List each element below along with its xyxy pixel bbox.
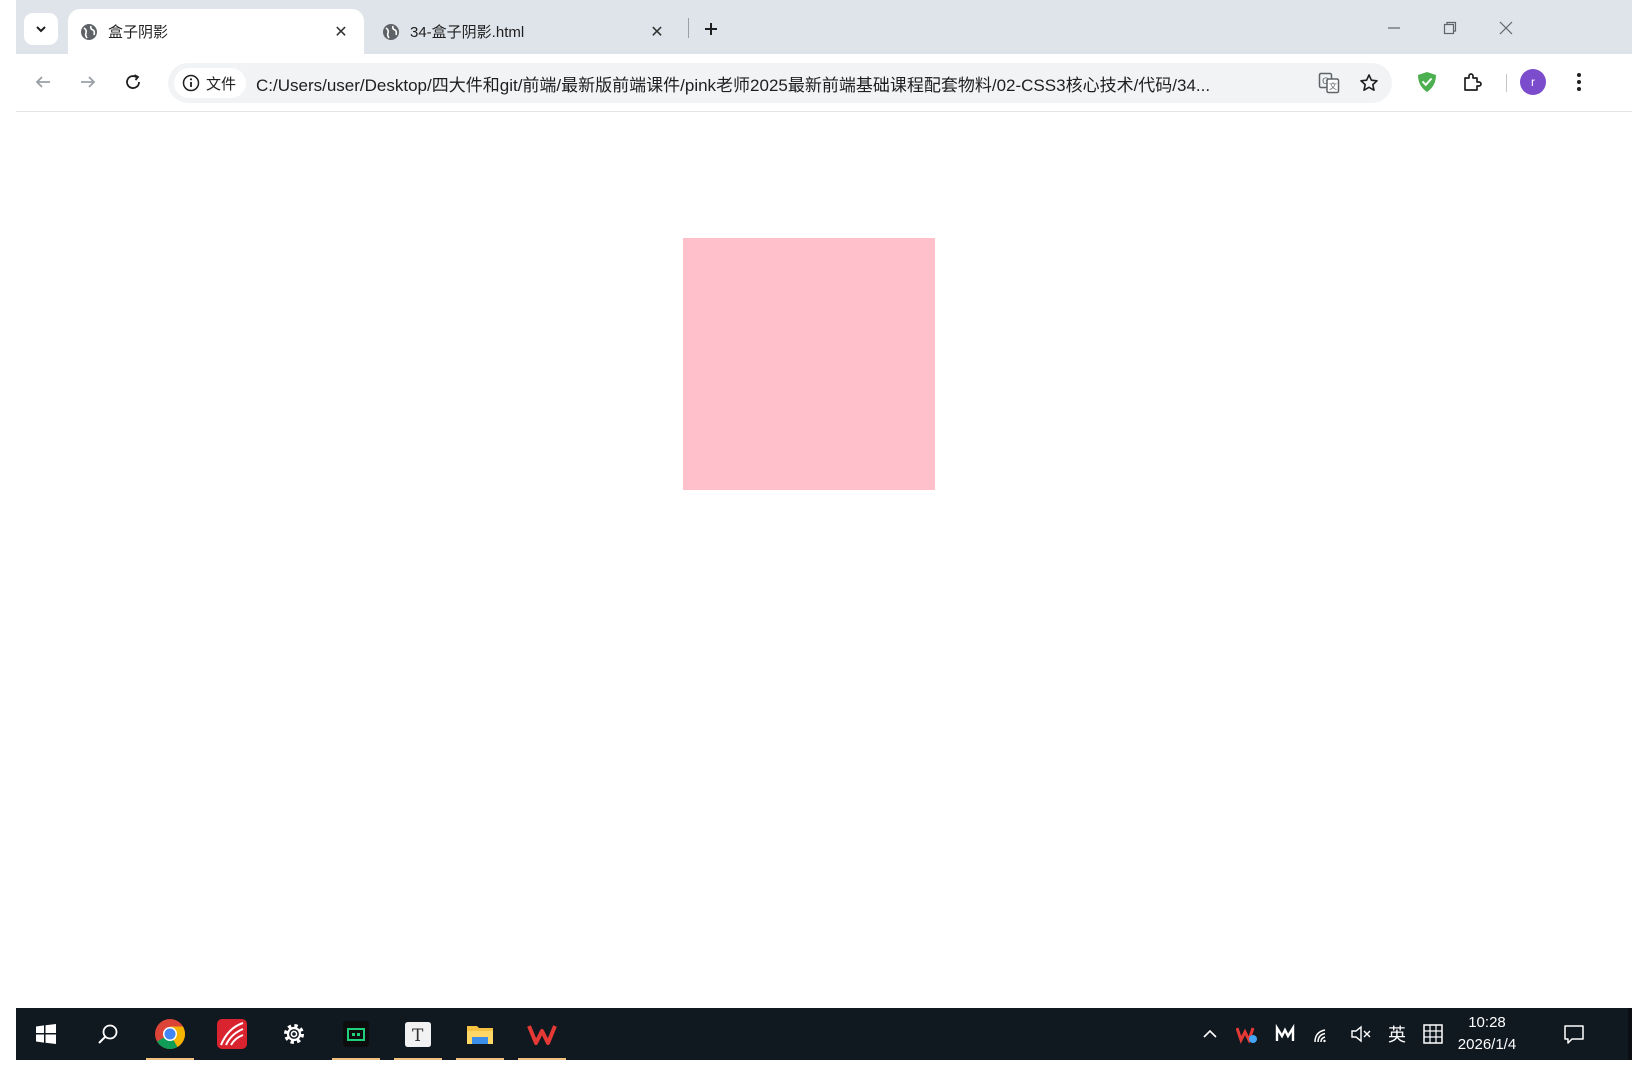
site-info-label: 文件: [206, 75, 237, 93]
taskbar-app-chrome[interactable]: [144, 1008, 196, 1060]
tab-strip: 盒子阴影 ✕ 34-盒子阴影.html ✕: [16, 0, 1632, 54]
volume-muted-icon: [1351, 1025, 1371, 1043]
search-button[interactable]: [82, 1008, 134, 1060]
gear-icon: [284, 1024, 304, 1044]
chevron-down-icon: [36, 26, 46, 33]
taskbar-app-explorer[interactable]: [454, 1008, 506, 1060]
notification-icon: [1564, 1025, 1584, 1044]
start-button[interactable]: [20, 1008, 72, 1060]
tab-title: 盒子阴影: [108, 24, 169, 41]
minimize-button[interactable]: [1372, 10, 1416, 46]
taskbar-app-xuexitong[interactable]: [206, 1008, 258, 1060]
folder-icon: [467, 1026, 493, 1044]
translate-button[interactable]: G文: [1312, 66, 1346, 100]
shield-check-icon: [1418, 72, 1436, 92]
close-window-button[interactable]: [1484, 10, 1528, 46]
xuexitong-icon: [217, 1019, 247, 1049]
show-desktop-button[interactable]: [1628, 1008, 1632, 1060]
toolbar-separator: [1506, 74, 1507, 92]
shadow-box: [683, 238, 935, 490]
new-tab-button[interactable]: [696, 14, 726, 44]
taskbar-app-terminal[interactable]: [330, 1008, 382, 1060]
avatar: r: [1520, 69, 1546, 95]
tray-ime-language[interactable]: 英: [1380, 1008, 1414, 1060]
typora-icon: T: [405, 1022, 431, 1047]
clock-date: 2026/1/4: [1457, 1036, 1517, 1053]
globe-icon: [81, 23, 97, 40]
clock-time: 10:28: [1468, 1014, 1506, 1031]
tray-network[interactable]: [1306, 1008, 1340, 1060]
chevron-up-icon: [1203, 1029, 1217, 1038]
taskbar-app-settings[interactable]: [268, 1008, 320, 1060]
show-hidden-icons-button[interactable]: [1194, 1008, 1226, 1060]
plus-icon: [705, 23, 717, 35]
taskbar: T 英 10:28 2026/1/4: [16, 1008, 1632, 1060]
tab-active[interactable]: 盒子阴影 ✕: [68, 9, 364, 54]
menu-button[interactable]: [1562, 65, 1596, 99]
translate-icon: G文: [1318, 72, 1340, 94]
chrome-icon: [155, 1019, 186, 1050]
site-info-chip[interactable]: 文件: [174, 68, 247, 98]
page-viewport: [16, 112, 1632, 1008]
tray-app-m[interactable]: [1268, 1008, 1302, 1060]
tab-search-button[interactable]: [24, 13, 58, 45]
tray-ime-mode[interactable]: [1416, 1008, 1450, 1060]
svg-text:文: 文: [1329, 81, 1337, 91]
taskbar-app-typora[interactable]: T: [392, 1008, 444, 1060]
action-center-button[interactable]: [1554, 1008, 1594, 1060]
wifi-icon: [1314, 1029, 1326, 1043]
profile-button[interactable]: r: [1516, 65, 1550, 99]
screen: 盒子阴影 ✕ 34-盒子阴影.html ✕ 文件 C:/Users/user/D…: [16, 0, 1632, 1088]
tab-title: 34-盒子阴影.html: [410, 24, 525, 41]
browser-toolbar: 文件 C:/Users/user/Desktop/四大件和git/前端/最新版前…: [16, 54, 1632, 112]
svg-text:T: T: [412, 1026, 424, 1046]
screen-margin: [16, 1060, 1632, 1088]
taskbar-clock[interactable]: 10:28 2026/1/4: [1446, 1008, 1528, 1060]
search-icon: [98, 1024, 118, 1044]
taskbar-app-wps[interactable]: [516, 1008, 568, 1060]
tab-separator: [688, 18, 689, 38]
m-logo-icon: [1275, 1024, 1295, 1041]
close-icon[interactable]: ✕: [644, 19, 670, 45]
bookmark-button[interactable]: [1352, 66, 1386, 100]
puzzle-icon: [1464, 73, 1482, 91]
info-icon: [182, 74, 200, 92]
minimize-icon: [1388, 27, 1400, 29]
tray-wps-cloud[interactable]: [1230, 1008, 1264, 1060]
extensions-button[interactable]: [1456, 65, 1490, 99]
tab-inactive[interactable]: 34-盒子阴影.html ✕: [370, 9, 680, 54]
address-bar[interactable]: 文件 C:/Users/user/Desktop/四大件和git/前端/最新版前…: [168, 63, 1392, 103]
extension-adguard-button[interactable]: [1410, 65, 1444, 99]
back-button[interactable]: [26, 65, 60, 99]
restore-button[interactable]: [1428, 10, 1472, 46]
close-icon: [1499, 21, 1513, 35]
wps-cloud-icon: [1236, 1027, 1257, 1044]
tray-volume[interactable]: [1344, 1008, 1378, 1060]
restore-icon: [1443, 21, 1457, 35]
windows-icon: [36, 1024, 56, 1044]
forward-button[interactable]: [71, 65, 105, 99]
url-text[interactable]: C:/Users/user/Desktop/四大件和git/前端/最新版前端课件…: [256, 71, 1312, 96]
terminal-icon: [343, 1021, 369, 1047]
more-vert-icon: [1577, 73, 1581, 91]
reload-button[interactable]: [116, 65, 150, 99]
ime-grid-icon: [1423, 1024, 1443, 1044]
wps-icon: [527, 1025, 557, 1045]
arrow-left-icon: [35, 76, 50, 88]
globe-icon: [383, 23, 399, 40]
close-icon[interactable]: ✕: [328, 19, 354, 45]
star-icon: [1360, 74, 1378, 91]
arrow-right-icon: [81, 76, 96, 88]
reload-icon: [126, 74, 140, 89]
